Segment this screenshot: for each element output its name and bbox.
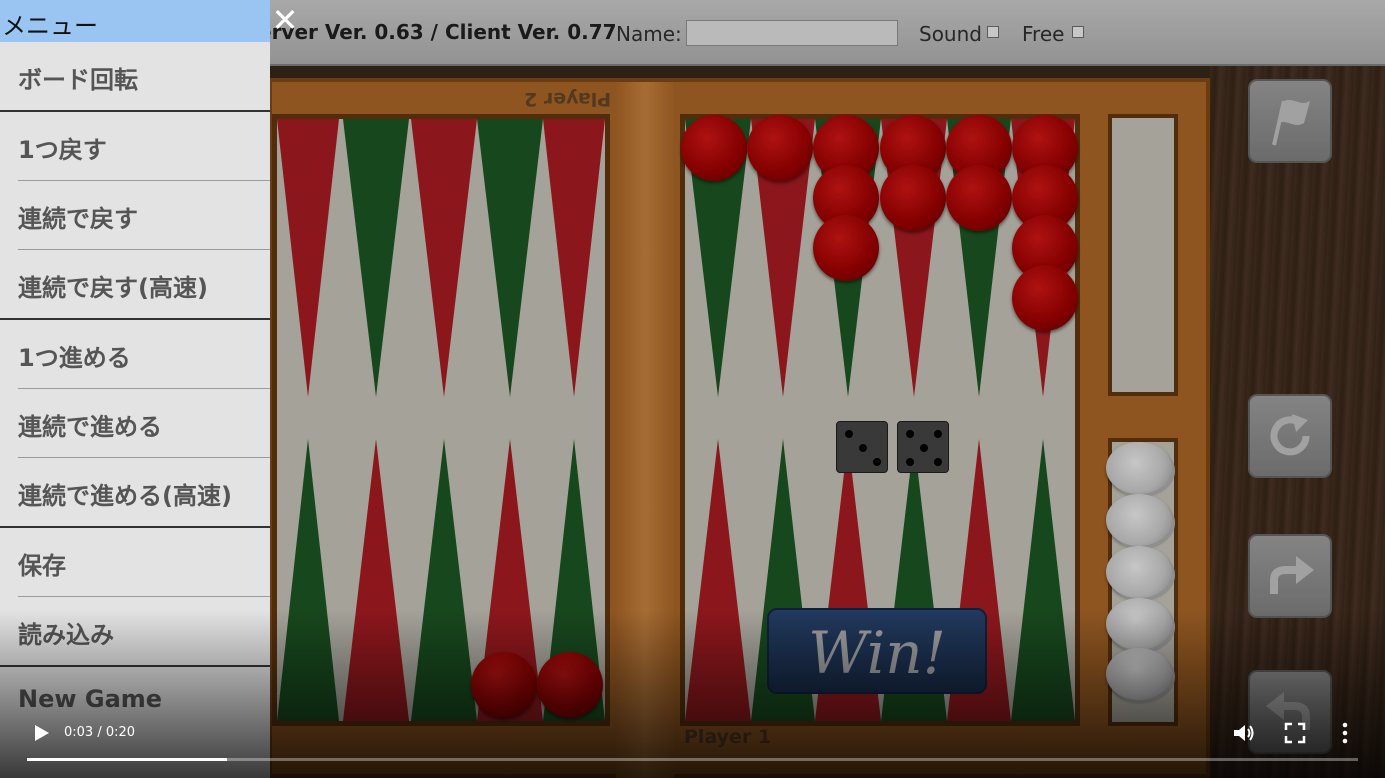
menu-item-label: ボード回転 (18, 66, 138, 94)
red-checker[interactable] (813, 215, 879, 281)
white-checker-stack (1106, 598, 1172, 650)
flag-icon (1272, 100, 1310, 146)
menu-item-label: 連続で進める(高速) (18, 482, 232, 510)
menu-item-forward-one[interactable]: 1つ進める (0, 320, 270, 388)
fullscreen-icon[interactable] (1282, 720, 1308, 746)
player-1-label: Player 1 (684, 726, 772, 748)
refresh-icon (1270, 414, 1310, 456)
menu-item-label: New Game (18, 685, 163, 713)
menu-title: メニュー (2, 12, 98, 40)
sound-label: Sound (919, 22, 982, 46)
die-2 (897, 421, 949, 473)
menu-item-label: 連続で戻す(高速) (18, 274, 208, 302)
refresh-button[interactable] (1248, 394, 1332, 478)
menu-item-undo-continuous[interactable]: 連続で戻す (0, 181, 270, 249)
play-icon[interactable] (28, 720, 54, 746)
redo-icon (1270, 556, 1314, 594)
red-checker[interactable] (681, 115, 747, 181)
menu-item-save[interactable]: 保存 (0, 528, 270, 596)
menu-item-label: 1つ進める (18, 344, 131, 372)
video-progress-fill (27, 758, 227, 761)
red-checker[interactable] (747, 115, 813, 181)
player-2-label: Player 2 (524, 88, 612, 110)
version-text: erver Ver. 0.63 / Client Ver. 0.77 (258, 20, 617, 44)
free-checkbox[interactable] (1072, 26, 1084, 38)
menu-item-undo-fast[interactable]: 連続で戻す(高速) (0, 250, 270, 318)
red-checker[interactable] (471, 652, 537, 718)
sound-checkbox[interactable] (987, 26, 999, 38)
free-label: Free (1022, 22, 1065, 46)
side-menu: メニュー ボード回転 1つ戻す 連続で戻す 連続で戻す(高速) 1つ進める 連続… (0, 0, 270, 778)
name-input[interactable] (686, 20, 898, 46)
menu-item-forward-fast[interactable]: 連続で進める(高速) (0, 458, 270, 526)
board-left-half (272, 114, 610, 726)
close-icon[interactable]: ✕ (270, 2, 300, 38)
red-checker[interactable] (537, 652, 603, 718)
resign-flag-button[interactable] (1248, 79, 1332, 163)
menu-header: メニュー (0, 0, 270, 42)
menu-item-load[interactable]: 読み込み (0, 597, 270, 665)
white-checker-stack (1106, 546, 1172, 598)
more-icon[interactable] (1332, 720, 1358, 746)
redo-button[interactable] (1248, 534, 1332, 618)
video-time: 0:03 / 0:20 (64, 725, 136, 740)
menu-item-label: 読み込み (18, 621, 114, 649)
left-points (277, 119, 605, 721)
red-checker[interactable] (880, 165, 946, 231)
menu-item-label: 連続で戻す (18, 205, 138, 233)
red-checker[interactable] (1012, 265, 1078, 331)
red-checker[interactable] (946, 165, 1012, 231)
video-progress-bar[interactable] (27, 758, 1358, 761)
white-checker-stack (1106, 494, 1172, 546)
name-label: Name: (616, 22, 682, 46)
tray-top-slot (1108, 114, 1178, 396)
white-checker-stack (1106, 442, 1172, 494)
volume-icon[interactable] (1231, 720, 1257, 746)
die-1 (836, 421, 888, 473)
menu-item-undo-one[interactable]: 1つ戻す (0, 112, 270, 180)
win-banner: Win! (767, 608, 987, 694)
game-viewport: erver Ver. 0.63 / Client Ver. 0.77 Name:… (0, 0, 1385, 778)
menu-item-label: 保存 (18, 552, 66, 580)
menu-item-forward-continuous[interactable]: 連続で進める (0, 389, 270, 457)
center-bar (616, 82, 674, 778)
menu-item-label: 1つ戻す (18, 136, 107, 164)
menu-item-label: 連続で進める (18, 413, 162, 441)
white-checker-stack (1106, 648, 1172, 700)
menu-item-rotate-board[interactable]: ボード回転 (0, 42, 270, 110)
